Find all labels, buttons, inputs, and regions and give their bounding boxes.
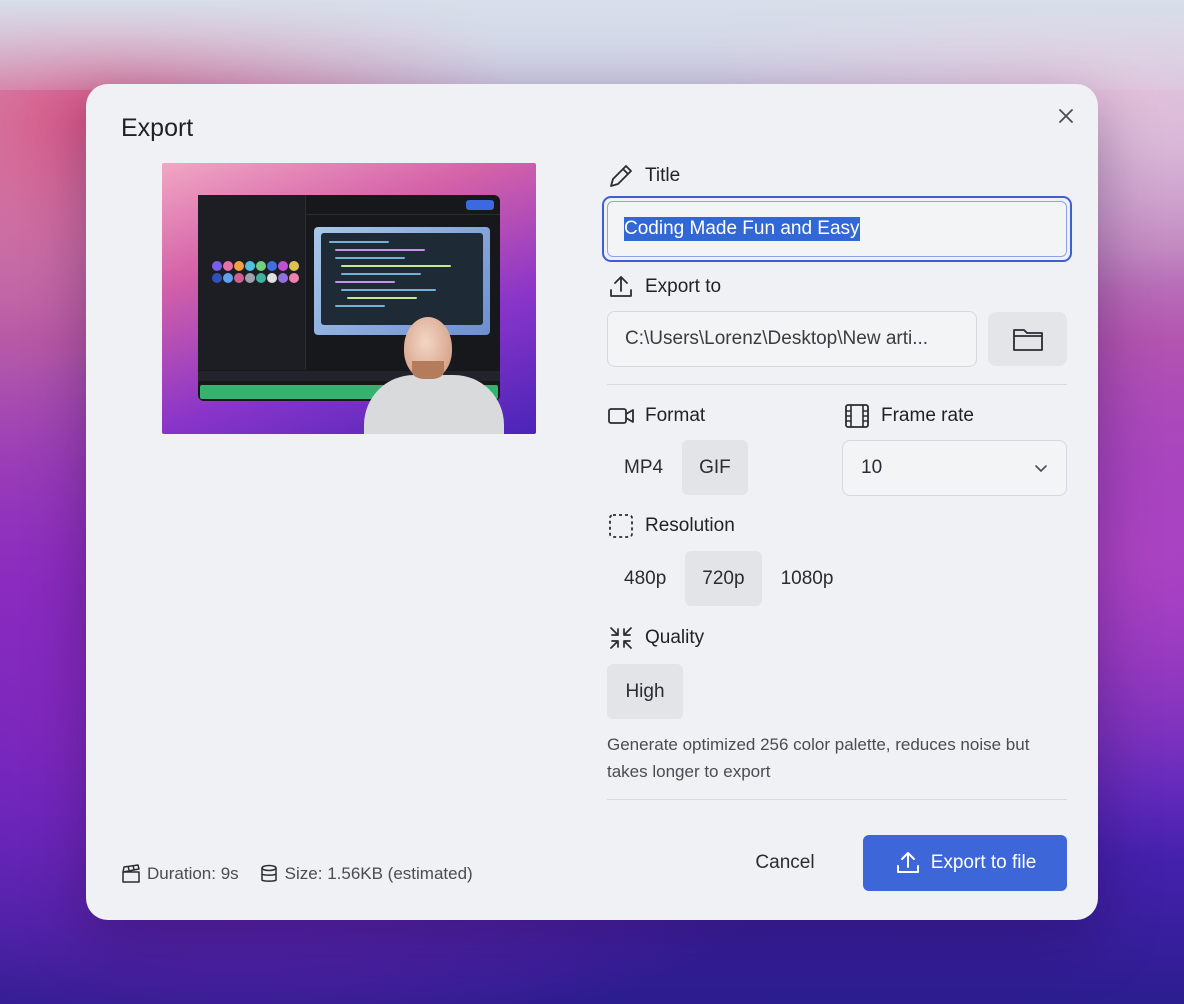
video-camera-icon [608,408,634,424]
quality-description: Generate optimized 256 color palette, re… [607,735,1030,781]
divider [607,384,1067,385]
quality-option-high[interactable]: High [607,664,683,719]
resolution-label-row: Resolution [607,512,735,540]
format-options: MP4 GIF [607,440,748,495]
resolution-option-1080p[interactable]: 1080p [764,551,851,606]
title-input-value: Coding Made Fun and Easy [624,217,860,241]
webcam-person [364,313,504,434]
compress-icon [610,627,632,649]
dashed-square-icon [609,514,633,538]
export-to-file-label: Export to file [930,852,1037,873]
format-label-row: Format [607,402,705,430]
resolution-option-480p[interactable]: 480p [607,551,683,606]
quality-label-row: Quality [607,624,704,652]
export-to-label-row: Export to [607,273,721,301]
resolution-options: 480p 720p 1080p [607,551,850,606]
export-path-input[interactable]: C:\Users\Lorenz\Desktop\New arti... [607,311,977,367]
resolution-option-720p[interactable]: 720p [685,551,762,606]
wallpaper [0,0,1184,90]
upload-icon [610,276,632,297]
export-info: Duration: 9s Size: 1.56KB (estimated) [121,864,473,884]
frame-rate-label: Frame rate [881,405,974,426]
close-button[interactable] [1054,104,1078,128]
dialog-title: Export [121,114,194,142]
divider [607,799,1067,800]
cancel-button[interactable]: Cancel [736,835,834,891]
quality-label: Quality [645,627,705,648]
title-label: Title [645,165,681,186]
clapperboard-icon [122,864,140,883]
frame-rate-value: 10 [861,457,883,478]
close-icon [1059,109,1073,123]
format-option-mp4[interactable]: MP4 [607,440,680,495]
size-text: Size: 1.56KB (estimated) [284,864,473,883]
film-icon [845,404,869,428]
frame-rate-label-row: Frame rate [843,402,974,430]
title-label-row: Title [607,162,680,190]
upload-icon [896,852,919,873]
video-preview [162,163,536,434]
pencil-icon [610,165,632,187]
export-dialog: Export Title Coding Made Fun and Easy Ex… [86,84,1098,920]
duration-text: Duration: 9s [147,864,239,883]
browse-folder-button[interactable] [988,312,1067,366]
frame-rate-select[interactable]: 10 [842,440,1067,496]
format-label: Format [645,405,706,426]
title-input-focus-ring: Coding Made Fun and Easy [602,196,1072,262]
export-to-file-button[interactable]: Export to file [863,835,1067,891]
format-option-gif[interactable]: GIF [682,440,748,495]
database-icon [260,864,277,882]
export-to-label: Export to [645,276,722,297]
resolution-label: Resolution [645,515,735,536]
folder-icon [1012,329,1043,351]
title-input[interactable]: Coding Made Fun and Easy [607,201,1067,257]
chevron-down-icon [1035,465,1047,472]
